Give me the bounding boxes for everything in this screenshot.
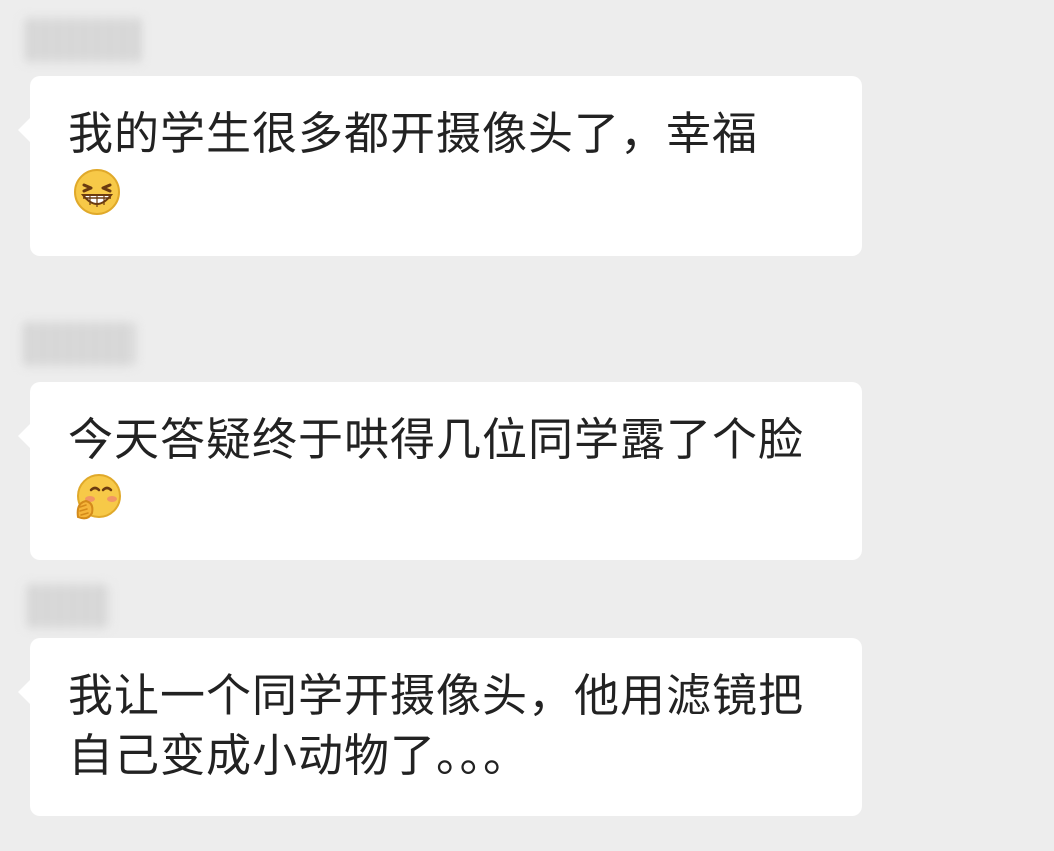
grinning-squint-icon (72, 167, 122, 217)
sender-name-blurred (20, 322, 135, 366)
message-bubble[interactable]: 我让一个同学开摄像头，他用滤镜把自己变成小动物了。。。 (18, 638, 862, 816)
message-bubble[interactable]: 我的学生很多都开摄像头了，幸福 (18, 76, 862, 256)
sender-name-blurred (24, 584, 110, 628)
message-text: 今天答疑终于哄得几位同学露了个脸 (68, 413, 805, 466)
message-text-container: 我的学生很多都开摄像头了，幸福 (68, 104, 826, 224)
message-text-container: 今天答疑终于哄得几位同学露了个脸 (68, 410, 826, 530)
sender-name-blurred (22, 18, 142, 62)
shy-covering-mouth-icon (72, 473, 122, 523)
message-bubble[interactable]: 今天答疑终于哄得几位同学露了个脸 (18, 382, 862, 560)
message-text: 我的学生很多都开摄像头了，幸福 (68, 107, 759, 160)
message-text: 我让一个同学开摄像头，他用滤镜把自己变成小动物了。。。 (68, 669, 805, 782)
chat-window: 我的学生很多都开摄像头了，幸福 今天答疑终于哄得几位同学露了个脸 我让一个同学开… (0, 0, 1054, 851)
message-text-container: 我让一个同学开摄像头，他用滤镜把自己变成小动物了。。。 (68, 666, 826, 786)
